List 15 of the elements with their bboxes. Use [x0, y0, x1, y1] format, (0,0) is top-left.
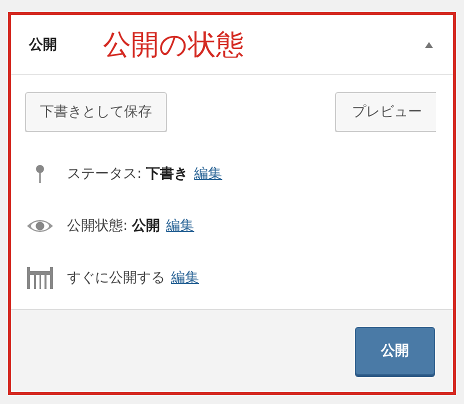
- edit-link[interactable]: 編集: [194, 165, 222, 183]
- preview-button[interactable]: プレビュー: [335, 92, 436, 132]
- pin-icon: [35, 164, 45, 184]
- eye-icon: [26, 219, 54, 233]
- annotation-label: 公開の状態: [103, 26, 245, 62]
- edit-link[interactable]: 編集: [171, 269, 199, 287]
- status-text: ステータス: 下書き: [67, 165, 188, 183]
- calendar-icon: [27, 267, 53, 289]
- edit-link[interactable]: 編集: [166, 217, 194, 235]
- status-text: 公開状態: 公開: [67, 217, 160, 235]
- status-text: すぐに公開する: [67, 269, 165, 287]
- save-draft-button[interactable]: 下書きとして保存: [25, 92, 167, 132]
- collapse-toggle-icon[interactable]: [425, 42, 433, 48]
- panel-title: 公開: [29, 36, 57, 54]
- publish-button[interactable]: 公開: [355, 327, 435, 375]
